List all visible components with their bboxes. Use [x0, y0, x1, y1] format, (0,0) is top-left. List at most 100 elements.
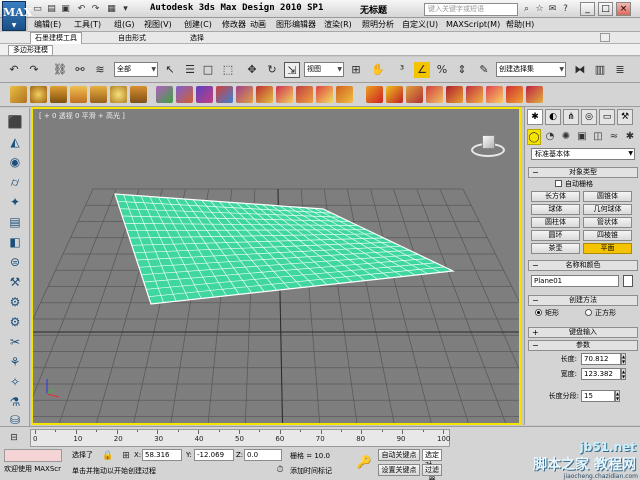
align-icon[interactable]: ▥ [592, 62, 608, 78]
cameras-icon[interactable]: ▣ [575, 129, 589, 145]
bones-icon[interactable]: ⚗ [6, 394, 24, 410]
close-button[interactable]: × [616, 2, 631, 16]
mini-curve-editor-icon[interactable]: ⊟ [6, 430, 22, 446]
utilities-icon[interactable]: ⚘ [6, 354, 24, 370]
menu-customize[interactable]: 自定义(U) [402, 20, 438, 30]
method-square-radio[interactable]: 正方形 [585, 309, 616, 318]
toy-car-icon[interactable] [336, 86, 353, 103]
object-name-field[interactable]: Plane01 [531, 275, 619, 287]
width-field[interactable]: 123.382 [581, 368, 621, 380]
create-cone-icon[interactable]: ◭ [6, 134, 24, 150]
menu-animation[interactable]: 动画 [250, 20, 266, 30]
teapot-button[interactable]: 茶壶 [531, 243, 580, 254]
select-and-link-icon[interactable]: ⛓ [52, 62, 68, 78]
search-icon[interactable]: ⌕ [521, 4, 532, 15]
creation-method-rollout[interactable]: − 创建方法 [528, 295, 638, 306]
lights-icon[interactable]: ✺ [559, 129, 573, 145]
create-box-icon[interactable]: ⬛ [6, 114, 24, 130]
systems-icon[interactable]: ✱ [623, 129, 637, 145]
tab-graphite-modeling[interactable]: 石墨建模工具 [30, 32, 82, 44]
hinge-icon[interactable] [296, 86, 313, 103]
layer-manager-icon[interactable]: ≣ [612, 62, 628, 78]
select-and-scale-icon[interactable]: ⇲ [284, 62, 300, 78]
time-slider-track[interactable]: 0 10 20 30 40 50 60 70 80 90 100 [30, 429, 450, 447]
absolute-mode-icon[interactable]: ⊞ [118, 448, 134, 464]
communication-center-icon[interactable]: ✉ [547, 4, 558, 15]
pyramid-button[interactable]: 四棱锥 [583, 230, 632, 241]
hierarchy-tab-icon[interactable]: ⋔ [563, 109, 579, 125]
new-file-icon[interactable]: ▭ [32, 4, 43, 15]
material-editor-icon[interactable] [50, 86, 67, 103]
create-cylinder-icon[interactable]: ⌭ [6, 174, 24, 190]
perspective-viewport[interactable]: [ + 0 透视 0 平滑 + 高光 ] [31, 107, 521, 425]
undo-icon[interactable]: ↶ [6, 62, 22, 78]
render-production-icon[interactable] [110, 86, 127, 103]
snaps-toggle-icon[interactable]: ³ [394, 62, 410, 78]
cone-button[interactable]: 圆锥体 [583, 191, 632, 202]
create-sphere-icon[interactable]: ◉ [6, 154, 24, 170]
properties-icon[interactable] [506, 86, 523, 103]
water-icon[interactable] [446, 86, 463, 103]
menu-maxscript[interactable]: MAXScript(M) [446, 20, 500, 30]
create-light-icon[interactable]: ✦ [6, 194, 24, 210]
spring-icon[interactable] [276, 86, 293, 103]
display-icon[interactable]: ✂ [6, 334, 24, 350]
rectangular-selection-icon[interactable]: □ [200, 62, 216, 78]
hierarchy-icon[interactable]: ⚙ [6, 294, 24, 310]
torus-button[interactable]: 圆环 [531, 230, 580, 241]
sphere-button[interactable]: 球体 [531, 204, 580, 215]
save-file-icon[interactable]: ▣ [60, 4, 71, 15]
schematic-view-icon[interactable] [30, 86, 47, 103]
select-by-name-icon[interactable]: ☰ [182, 62, 198, 78]
window-crossing-icon[interactable]: ⬚ [220, 62, 236, 78]
motion-icon[interactable]: ⚙ [6, 314, 24, 330]
link-icon[interactable]: ✧ [6, 374, 24, 390]
fracture-icon[interactable] [426, 86, 443, 103]
redo-icon[interactable]: ↷ [90, 4, 101, 15]
use-pivot-center-icon[interactable]: ⊞ [348, 62, 364, 78]
y-coordinate-field[interactable]: -12.069 [194, 449, 234, 461]
bind-to-space-warp-icon[interactable]: ≋ [92, 62, 108, 78]
render-setup-icon[interactable] [70, 86, 87, 103]
method-rectangle-radio[interactable]: 矩形 [535, 309, 559, 318]
minimize-button[interactable]: _ [580, 2, 595, 16]
set-key-button[interactable]: 设置关键点 [378, 464, 420, 476]
length-field[interactable]: 70.812 [581, 353, 621, 365]
select-and-manipulate-icon[interactable]: ✋ [370, 62, 386, 78]
cloth-icon[interactable] [216, 86, 233, 103]
viewport-label[interactable]: [ + 0 透视 0 平滑 + 高光 ] [39, 111, 125, 121]
lock-selection-icon[interactable]: 🔒 [100, 448, 116, 464]
set-key-icon[interactable]: 🔑 [356, 454, 372, 470]
help-icon[interactable]: ? [560, 4, 571, 15]
object-type-rollout[interactable]: − 对象类型 [528, 167, 638, 178]
cylinder-button[interactable]: 圆柱体 [531, 217, 580, 228]
redo-icon[interactable]: ↷ [26, 62, 42, 78]
soft-body-icon[interactable] [236, 86, 253, 103]
tab-freeform[interactable]: 自由形式 [118, 33, 146, 43]
width-spinner[interactable]: ▲ ▼ [621, 368, 626, 380]
x-coordinate-field[interactable]: 58.316 [142, 449, 182, 461]
autogrid-checkbox[interactable]: 自动栅格 [555, 180, 593, 189]
undo-icon[interactable]: ↶ [76, 4, 87, 15]
keyboard-entry-rollout[interactable]: + 键盘输入 [528, 327, 638, 338]
name-color-rollout[interactable]: − 名称和颜色 [528, 260, 638, 271]
search-input[interactable]: 键入关键字或短语 [424, 3, 518, 16]
helpers-icon[interactable]: ◫ [591, 129, 605, 145]
object-color-swatch[interactable] [623, 275, 633, 287]
unlink-icon[interactable]: ⚯ [72, 62, 88, 78]
auto-key-button[interactable]: 自动关键点 [378, 449, 420, 461]
menu-help[interactable]: 帮助(H) [506, 20, 534, 30]
select-object-icon[interactable]: ↖ [162, 62, 178, 78]
key-filters-button[interactable]: 过滤器 [422, 464, 442, 480]
length-segs-spinner[interactable]: ▲ ▼ [615, 390, 620, 402]
motor-icon[interactable] [486, 86, 503, 103]
open-file-icon[interactable]: ▤ [46, 4, 57, 15]
angle-snap-icon[interactable]: ∠ [414, 62, 430, 78]
preview-simulation-icon[interactable] [366, 86, 383, 103]
edit-named-selection-icon[interactable]: ✎ [476, 62, 492, 78]
add-time-tag-button[interactable]: 添加时间标记 [290, 466, 332, 476]
box-button[interactable]: 长方体 [531, 191, 580, 202]
menu-lighting-analysis[interactable]: 照明分析 [362, 20, 394, 30]
utilities-tab-icon[interactable]: ⚒ [617, 109, 633, 125]
percent-snap-icon[interactable]: % [434, 62, 450, 78]
